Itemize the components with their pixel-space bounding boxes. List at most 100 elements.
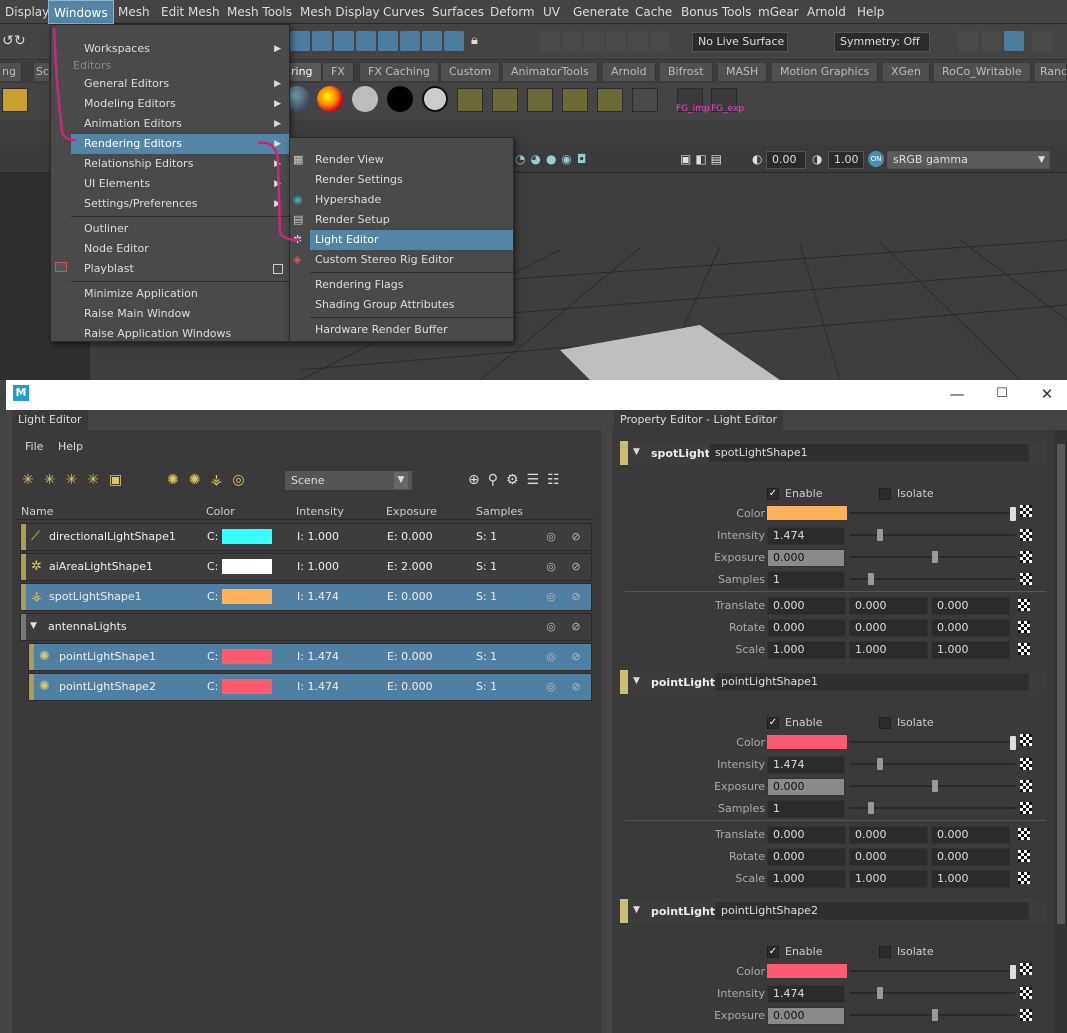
menu-deform[interactable]: Deform	[485, 0, 540, 24]
translate-y-field[interactable]: 0.000	[849, 597, 928, 615]
shelf-tab-mash[interactable]: MASH	[718, 63, 768, 81]
menu-item-ui-elements[interactable]: UI Elements ▶	[84, 174, 289, 194]
shelf-render-icon-2[interactable]	[492, 88, 518, 112]
create-arnold-light-icons[interactable]: ✺✺⚶◎	[167, 472, 255, 488]
exposure-value[interactable]: E: 0.000	[387, 650, 433, 663]
help-icon[interactable]	[444, 31, 464, 51]
menu-item-animation-editors[interactable]: Animation Editors ▶	[84, 114, 289, 134]
map-button[interactable]	[1020, 963, 1032, 975]
exposure-field[interactable]: 0.000	[767, 549, 845, 567]
exposure-value[interactable]: E: 0.000	[387, 590, 433, 603]
intensity-field[interactable]: 1.474	[767, 756, 845, 774]
select-icon[interactable]	[540, 31, 560, 51]
menu-item-raise-main-window[interactable]: Raise Main Window	[84, 304, 289, 324]
isolate-checkbox[interactable]	[879, 488, 891, 500]
intensity-field[interactable]: 1.474	[767, 985, 845, 1003]
color-swatch[interactable]	[222, 679, 272, 694]
viewport-display-icons[interactable]: ◔◕●◉◘	[515, 152, 665, 168]
shelf-render-icon-4[interactable]	[562, 88, 588, 112]
enable-checkbox[interactable]: ✓	[767, 717, 779, 729]
intensity-slider-handle[interactable]	[877, 987, 883, 999]
intensity-value[interactable]: I: 1.474	[297, 650, 339, 663]
shader-ball-black-icon[interactable]	[387, 86, 413, 112]
map-button[interactable]	[1020, 802, 1032, 814]
color-swatch[interactable]	[222, 649, 272, 664]
disable-icon[interactable]: ⊘	[566, 618, 586, 636]
menu-help-le[interactable]: Help	[58, 440, 83, 453]
close-button[interactable]: ✕	[1027, 382, 1067, 406]
isolate-icon[interactable]: ◎	[541, 588, 561, 606]
menu-arnold[interactable]: Arnold	[802, 0, 851, 24]
color-slider-handle[interactable]	[1010, 507, 1016, 521]
rotate-y-field[interactable]: 0.000	[849, 619, 928, 637]
move-icon[interactable]	[606, 31, 626, 51]
color-swatch[interactable]	[222, 559, 272, 574]
group-and-layer-icons[interactable]: ⊕⚲⚙☰☷	[468, 472, 568, 488]
menu-surfaces[interactable]: Surfaces	[427, 0, 489, 24]
shelf-tab-fx[interactable]: FX	[323, 63, 354, 81]
translate-x-field[interactable]: 0.000	[767, 597, 846, 615]
color-swatch[interactable]	[767, 735, 847, 749]
symmetry-field[interactable]: Symmetry: Off	[834, 32, 930, 52]
color-slider-track[interactable]	[850, 970, 1015, 972]
render-icon[interactable]	[422, 31, 442, 51]
shelf-render-icon-1[interactable]	[457, 88, 483, 112]
shelf-render-icon-5[interactable]	[597, 88, 623, 112]
menu-item-render-setup[interactable]: Render Setup	[310, 210, 513, 230]
scale-x-field[interactable]: 1.000	[767, 641, 846, 659]
shelf-tab-animatortools[interactable]: AnimatorTools	[503, 63, 598, 81]
menu-item-rendering-editors[interactable]: Rendering Editors ▶	[71, 134, 289, 154]
menu-mesh[interactable]: Mesh	[113, 0, 155, 24]
samples-slider-track[interactable]	[850, 807, 1015, 809]
map-button[interactable]	[1020, 529, 1032, 541]
samples-value[interactable]: S: 1	[476, 680, 497, 693]
intensity-value[interactable]: I: 1.000	[297, 530, 339, 543]
menu-windows[interactable]: Windows	[48, 0, 114, 24]
menu-item-relationship-editors[interactable]: Relationship Editors ▶	[84, 154, 289, 174]
shelf-tab-rand[interactable]: Rand	[1035, 63, 1067, 81]
samples-value[interactable]: S: 1	[476, 530, 497, 543]
paint-select-icon[interactable]	[584, 31, 604, 51]
map-button[interactable]	[1018, 872, 1030, 884]
col-color[interactable]: Color	[206, 505, 235, 518]
shader-ball-grey-icon[interactable]	[352, 86, 378, 112]
isolate-icon[interactable]: ◎	[541, 528, 561, 546]
menu-item-render-view[interactable]: Render View	[310, 150, 513, 170]
collapse-arrow-icon[interactable]: ▼	[633, 676, 640, 686]
samples-slider-handle[interactable]	[868, 573, 874, 585]
map-button[interactable]	[1020, 780, 1032, 792]
map-button[interactable]	[1020, 758, 1032, 770]
redo-icon[interactable]: ↻	[14, 33, 26, 49]
shelf-tab-bifrost[interactable]: Bifrost	[660, 63, 713, 81]
intensity-slider-handle[interactable]	[877, 758, 883, 770]
color-swatch[interactable]	[222, 529, 272, 544]
translate-z-field[interactable]: 0.000	[931, 826, 1010, 844]
menu-display[interactable]: Display	[0, 0, 54, 24]
menu-item-general-editors[interactable]: General Editors ▶	[84, 74, 289, 94]
rotate-y-field[interactable]: 0.000	[849, 848, 928, 866]
menu-item-workspaces[interactable]: Workspaces ▶	[84, 39, 289, 59]
collapse-arrow-icon[interactable]: ▼	[633, 447, 640, 457]
map-button[interactable]	[1020, 987, 1032, 999]
isolate-checkbox[interactable]	[879, 946, 891, 958]
tab-light-editor[interactable]: Light Editor	[12, 410, 88, 430]
intensity-slider-track[interactable]	[850, 763, 1015, 765]
lock-icon[interactable]: 🔒︎	[471, 33, 478, 48]
exposure-value[interactable]: E: 2.000	[387, 560, 433, 573]
disable-icon[interactable]: ⊘	[566, 648, 586, 666]
light-row-spot[interactable]: ⚶ spotLightShape1 C: I: 1.474 E: 0.000 S…	[20, 583, 592, 611]
samples-slider-handle[interactable]	[868, 802, 874, 814]
exposure-slider-handle[interactable]	[932, 551, 938, 563]
scale-tool-icon[interactable]	[650, 31, 670, 51]
map-button[interactable]	[1018, 828, 1030, 840]
isolate-icon[interactable]: ◎	[541, 618, 561, 636]
menu-item-custom-stereo-rig-editor[interactable]: Custom Stereo Rig Editor	[310, 250, 513, 270]
col-exposure[interactable]: Exposure	[386, 505, 437, 518]
color-management-icon[interactable]: ON	[868, 151, 884, 167]
light-row-directional[interactable]: ⟋ directionalLightShape1 C: I: 1.000 E: …	[20, 523, 592, 551]
intensity-value[interactable]: I: 1.000	[297, 560, 339, 573]
undo-icon[interactable]: ↺	[2, 33, 14, 49]
shelf-tab-fx-caching[interactable]: FX Caching	[360, 63, 439, 81]
col-name[interactable]: Name	[21, 505, 53, 518]
map-button[interactable]	[1018, 621, 1030, 633]
